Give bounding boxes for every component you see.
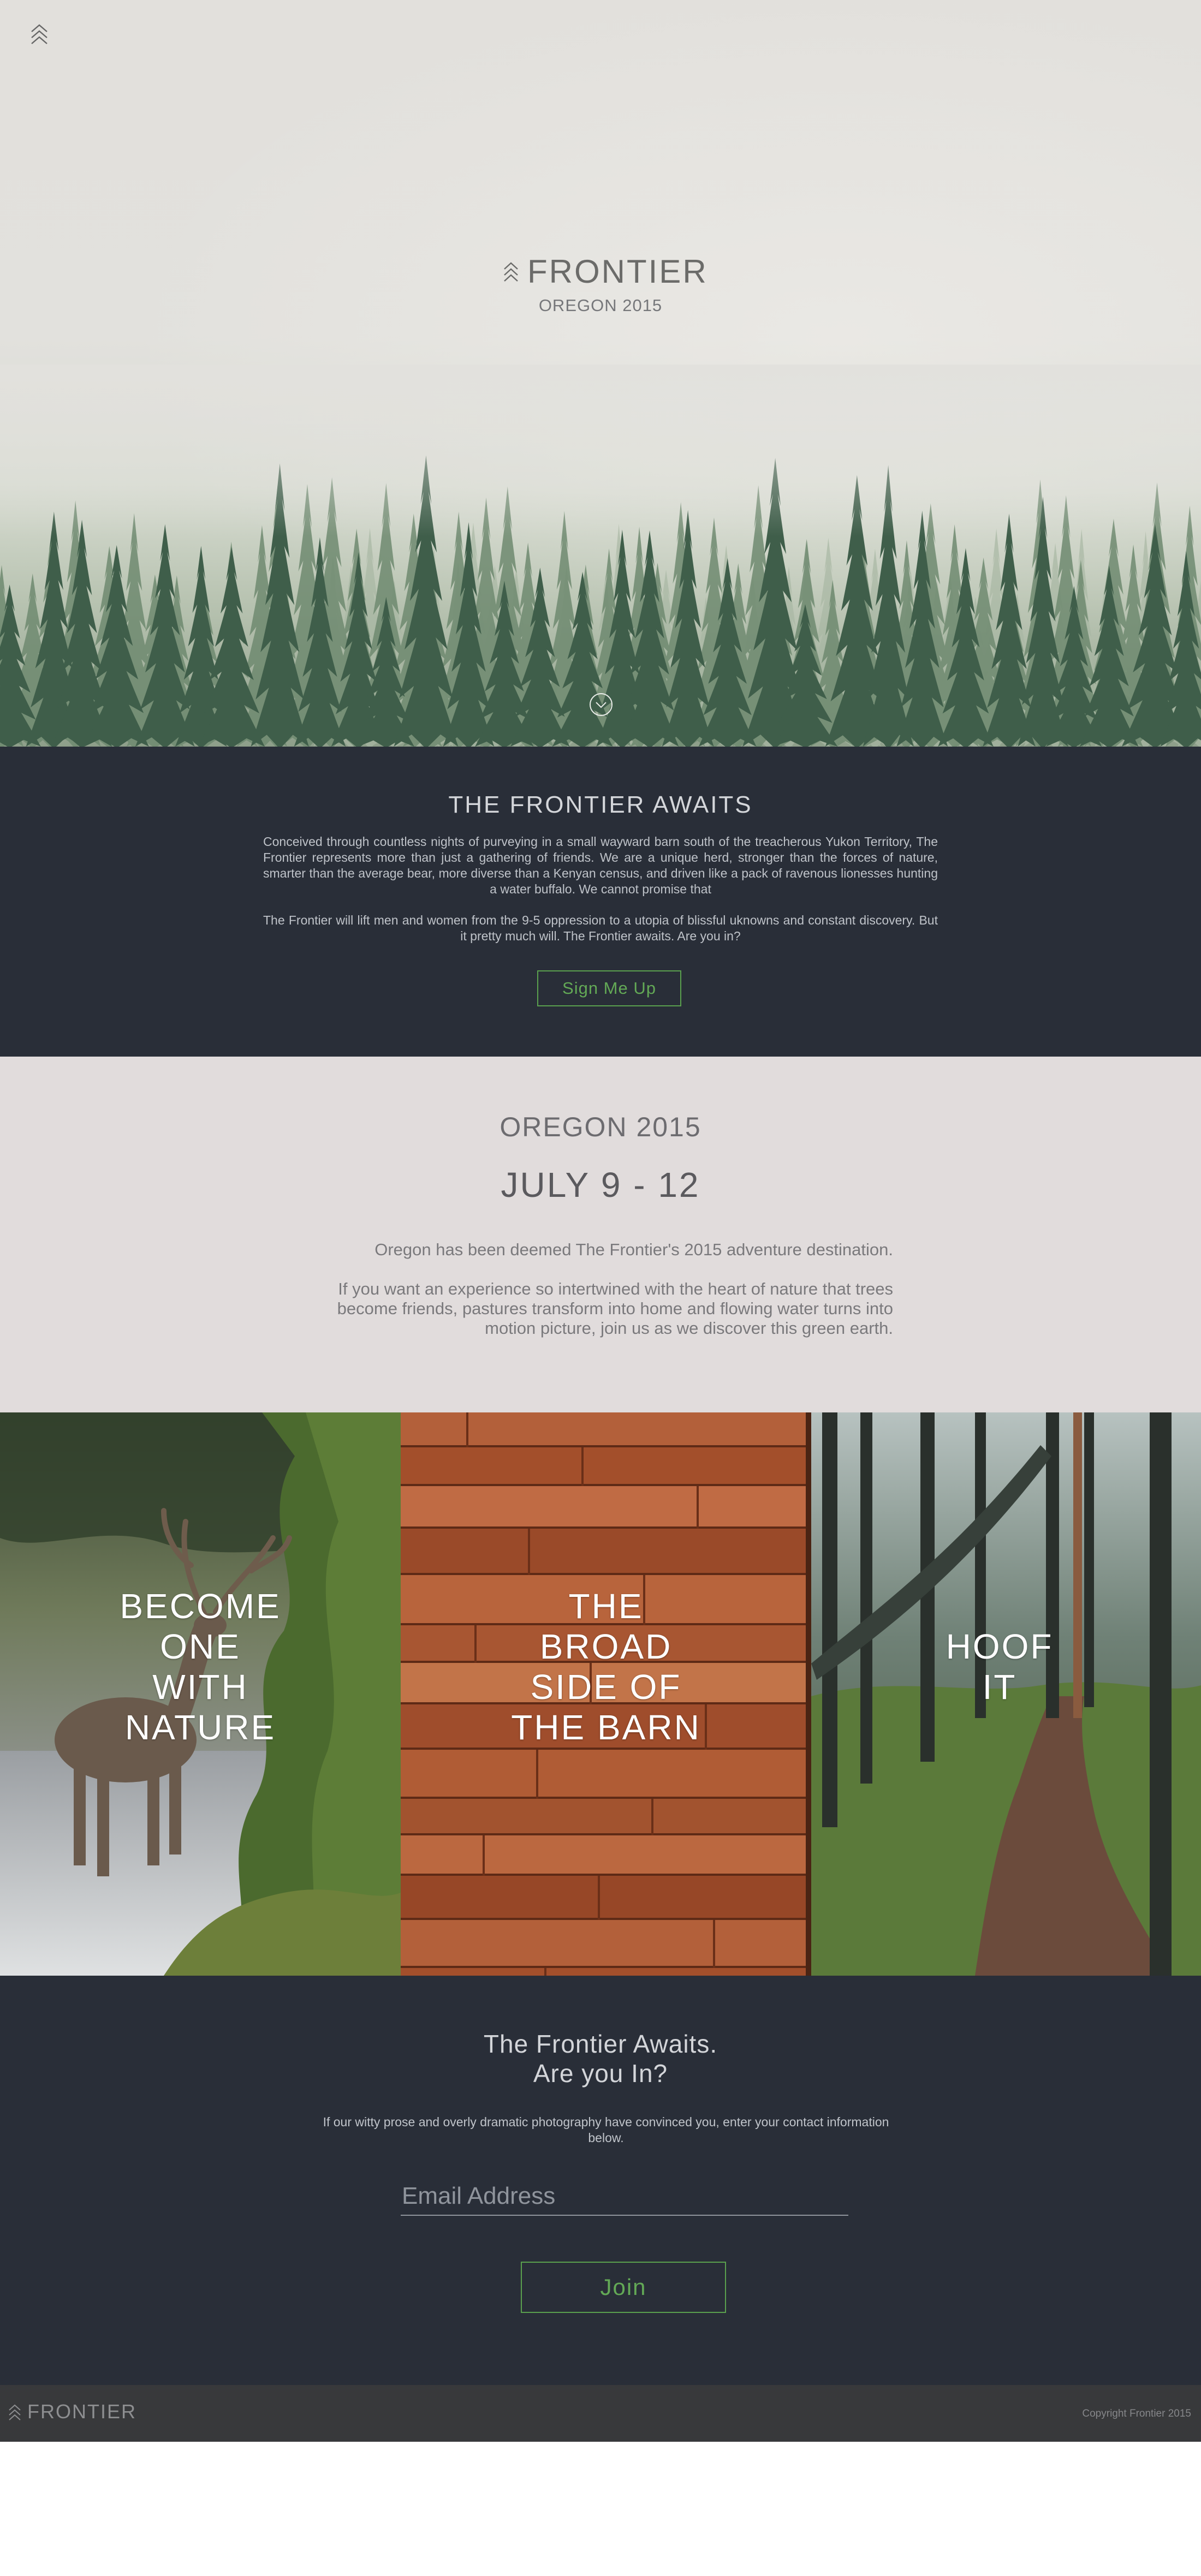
join-heading-line-1: The Frontier Awaits. [483,2030,718,2058]
join-paragraph: If our witty prose and overly dramatic p… [323,2115,889,2145]
forest-illustration [0,365,1201,747]
tile-barn-line: THE BARN [511,1708,701,1747]
footer-title: FRONTIER [27,2400,136,2423]
email-field[interactable] [401,2178,848,2216]
wood-plank [401,1750,811,1799]
double-chevron-up-icon [504,262,518,282]
awaits-section: THE FRONTIER AWAITS Conceived through co… [0,747,1201,1057]
wood-seam [401,1484,811,1486]
tile-barn-line: SIDE OF [530,1667,682,1707]
tile-hoof-it-line: IT [982,1667,1017,1707]
tile-nature-line: ONE [160,1627,241,1666]
wood-seam [401,1748,811,1750]
sign-me-up-button[interactable]: Sign Me Up [537,970,681,1006]
wood-joint [598,1876,600,1920]
wood-joint [651,1799,653,1835]
wood-plank [401,1486,811,1529]
footer: FRONTIER Copyright Frontier 2015 [0,2385,1201,2442]
tile-hoof-it-label: HOOF IT [811,1626,1188,1707]
wood-plank [401,1412,811,1447]
tile-nature-line: WITH [152,1667,248,1707]
tile-hoof-it[interactable]: HOOF IT [811,1412,1201,1976]
wood-seam [401,1526,811,1529]
tile-nature-line: NATURE [124,1708,276,1747]
wood-seam [401,1573,811,1575]
wood-seam [401,1966,811,1968]
awaits-paragraph-2: The Frontier will lift men and women fro… [263,913,938,943]
scroll-down-icon[interactable] [588,692,614,717]
wood-plank [401,1920,811,1968]
wood-joint [536,1750,538,1799]
event-dates: JULY 9 - 12 [501,1165,700,1204]
wood-joint [528,1529,530,1575]
wood-plank [401,1529,811,1575]
page-bottom-blank [0,2442,1201,2576]
hero-subtitle: OREGON 2015 [538,296,663,315]
wood-seam [401,1918,811,1920]
wood-plank [401,1835,811,1876]
oregon-section: OREGON 2015 JULY 9 - 12 Oregon has been … [0,1057,1201,1412]
wood-plank [401,1968,811,1976]
tile-nature-line: BECOME [120,1587,281,1626]
awaits-heading: THE FRONTIER AWAITS [448,791,753,818]
wood-seam [401,1797,811,1799]
wood-joint [466,1412,468,1447]
tile-nature[interactable]: BECOME ONE WITH NATURE [0,1412,401,1976]
join-section: The Frontier Awaits. Are you In? If our … [0,1976,1201,2385]
oregon-heading: OREGON 2015 [500,1112,701,1142]
join-heading: The Frontier Awaits. Are you In? [0,2029,1201,2088]
join-heading-line-2: Are you In? [533,2059,668,2088]
footer-brand[interactable]: FRONTIER [8,2400,136,2423]
logo-icon[interactable] [29,22,49,47]
oregon-paragraph-1: Oregon has been deemed The Frontier's 20… [374,1240,893,1259]
hero-title: FRONTIER [527,253,708,290]
feature-tiles: BECOME ONE WITH NATURE THE BROAD SIDE OF… [0,1412,1201,1976]
wood-seam [401,1445,811,1447]
wood-joint [697,1486,699,1529]
wood-joint [581,1447,584,1486]
hero-section: FRONTIER OREGON 2015 [0,0,1201,747]
tile-barn-line: THE [568,1587,644,1626]
wood-plank [401,1447,811,1486]
wood-plank [401,1799,811,1835]
wood-seam [401,1874,811,1876]
tile-barn-line: BROAD [539,1627,673,1666]
join-button[interactable]: Join [521,2262,726,2313]
wood-joint [544,1968,546,1976]
tile-barn[interactable]: THE BROAD SIDE OF THE BARN [401,1412,811,1976]
awaits-paragraph-1: Conceived through countless nights of pu… [263,834,938,896]
wood-joint [483,1835,485,1876]
double-chevron-up-icon [9,2404,21,2420]
tile-barn-label: THE BROAD SIDE OF THE BARN [401,1586,811,1748]
hero-brand: FRONTIER [502,252,708,290]
wood-seam [401,1833,811,1835]
tile-nature-label: BECOME ONE WITH NATURE [0,1586,401,1748]
wood-plank [401,1876,811,1920]
wood-joint [713,1920,715,1968]
tile-hoof-it-line: HOOF [946,1627,1054,1666]
footer-copyright: Copyright Frontier 2015 [1082,2408,1191,2419]
oregon-paragraph-2: If you want an experience so intertwined… [337,1279,893,1338]
